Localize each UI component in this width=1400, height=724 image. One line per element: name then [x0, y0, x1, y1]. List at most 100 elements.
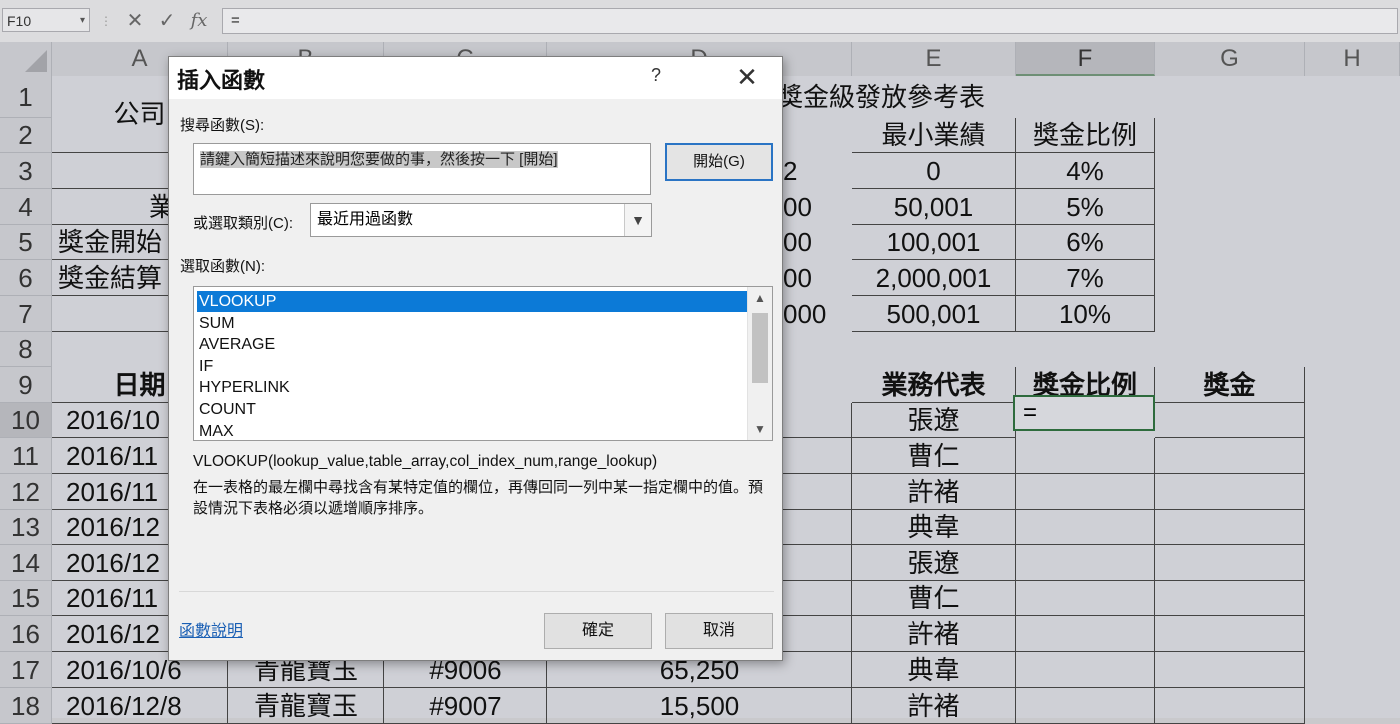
- column-header-g[interactable]: G: [1155, 42, 1305, 76]
- cell-rep-18[interactable]: 許褚: [852, 688, 1016, 724]
- cell-g11[interactable]: [1155, 438, 1305, 474]
- formula-input[interactable]: =: [222, 8, 1398, 34]
- cell-e2[interactable]: 最小業績: [852, 118, 1016, 153]
- help-icon[interactable]: ?: [651, 65, 661, 86]
- function-list-label: 選取函數(N):: [180, 258, 265, 275]
- cell-rep-16[interactable]: 許褚: [852, 616, 1016, 652]
- scrollbar-thumb[interactable]: [752, 313, 768, 383]
- category-select[interactable]: 最近用過函數 ▼: [310, 203, 652, 237]
- cell-f16[interactable]: [1016, 616, 1155, 652]
- category-label: 或選取類別(C):: [193, 215, 293, 232]
- cell-g9[interactable]: 獎金: [1155, 367, 1305, 403]
- select-all-corner[interactable]: [0, 42, 52, 76]
- cell-g17[interactable]: [1155, 652, 1305, 688]
- scroll-up-icon[interactable]: ▲: [748, 287, 772, 309]
- active-cell-f10[interactable]: =: [1013, 395, 1155, 431]
- function-help-link[interactable]: 函數說明: [179, 617, 243, 641]
- cell-f2[interactable]: 獎金比例: [1016, 118, 1155, 153]
- cell-e9[interactable]: 業務代表: [852, 367, 1016, 403]
- check-icon[interactable]: ✓: [154, 8, 180, 34]
- cell-min-perf-3[interactable]: 0: [852, 153, 1016, 189]
- cell-rep-15[interactable]: 曹仁: [852, 581, 1016, 616]
- row-header-12[interactable]: 12: [0, 474, 52, 510]
- cell-min-perf-7[interactable]: 500,001: [852, 296, 1016, 332]
- column-header-h[interactable]: H: [1305, 42, 1400, 76]
- cell-min-perf-4[interactable]: 50,001: [852, 189, 1016, 225]
- cell-g10[interactable]: [1155, 403, 1305, 438]
- cell-f15[interactable]: [1016, 581, 1155, 616]
- formula-bar-grip: ⋮: [100, 14, 112, 28]
- row-header-9[interactable]: 9: [0, 367, 52, 403]
- ok-button[interactable]: 確定: [544, 613, 652, 649]
- cancel-icon[interactable]: ✕: [122, 8, 148, 34]
- function-item-sum[interactable]: SUM: [197, 313, 749, 334]
- function-item-hyperlink[interactable]: HYPERLINK: [197, 377, 749, 398]
- row-header-2[interactable]: 2: [0, 118, 52, 153]
- chevron-down-icon[interactable]: ▾: [80, 9, 85, 33]
- go-button[interactable]: 開始(G): [665, 143, 773, 181]
- chevron-down-icon[interactable]: ▼: [624, 204, 651, 236]
- cell-rep-17[interactable]: 典韋: [852, 652, 1016, 688]
- cell-b18-text[interactable]: 青龍寶玉: [228, 688, 384, 724]
- function-item-average[interactable]: AVERAGE: [197, 334, 749, 355]
- row-header-3[interactable]: 3: [0, 153, 52, 189]
- cell-g15[interactable]: [1155, 581, 1305, 616]
- cell-date-18[interactable]: 2016/12/8: [52, 688, 228, 724]
- cell-rep-13[interactable]: 典韋: [852, 510, 1016, 545]
- row-header-11[interactable]: 11: [0, 438, 52, 474]
- cell-rep-10[interactable]: 張遼: [852, 403, 1016, 438]
- scroll-down-icon[interactable]: ▼: [748, 418, 772, 440]
- cell-rep-14[interactable]: 張遼: [852, 545, 1016, 581]
- cell-f18[interactable]: [1016, 688, 1155, 724]
- cell-c18-text[interactable]: #9007: [384, 688, 547, 724]
- column-header-f[interactable]: F: [1016, 42, 1155, 76]
- row-header-17[interactable]: 17: [0, 652, 52, 688]
- row-header-5[interactable]: 5: [0, 225, 52, 260]
- cell-g16[interactable]: [1155, 616, 1305, 652]
- cell-ratio-7[interactable]: 10%: [1016, 296, 1155, 332]
- function-item-max[interactable]: MAX: [197, 421, 749, 440]
- function-list-scrollbar[interactable]: ▲ ▼: [747, 287, 772, 440]
- cell-f14[interactable]: [1016, 545, 1155, 581]
- insert-function-dialog: 插入函數 ? ✕ 搜尋函數(S): 請鍵入簡短描述來說明您要做的事，然後按一下 …: [168, 56, 783, 661]
- row-header-16[interactable]: 16: [0, 616, 52, 652]
- insert-function-button[interactable]: fx: [186, 8, 212, 34]
- row-header-6[interactable]: 6: [0, 260, 52, 296]
- cell-g18[interactable]: [1155, 688, 1305, 724]
- name-box[interactable]: F10 ▾: [2, 8, 90, 32]
- cell-f11[interactable]: [1016, 438, 1155, 474]
- cell-f13[interactable]: [1016, 510, 1155, 545]
- cell-g12[interactable]: [1155, 474, 1305, 510]
- cell-ratio-6[interactable]: 7%: [1016, 260, 1155, 296]
- close-icon[interactable]: ✕: [727, 59, 767, 95]
- function-item-vlookup[interactable]: VLOOKUP: [197, 291, 749, 312]
- row-header-14[interactable]: 14: [0, 545, 52, 581]
- cell-g13[interactable]: [1155, 510, 1305, 545]
- row-header-4[interactable]: 4: [0, 189, 52, 225]
- row-header-7[interactable]: 7: [0, 296, 52, 332]
- row-header-10[interactable]: 10: [0, 403, 52, 438]
- function-list[interactable]: VLOOKUP SUM AVERAGE IF HYPERLINK COUNT MAX ▲ ▼: [193, 286, 773, 441]
- row-header-8[interactable]: 8: [0, 332, 52, 367]
- cell-d18-text[interactable]: 15,500: [547, 688, 852, 724]
- cell-min-perf-6[interactable]: 2,000,001: [852, 260, 1016, 296]
- row-header-15[interactable]: 15: [0, 581, 52, 616]
- cell-rep-12[interactable]: 許褚: [852, 474, 1016, 510]
- cell-ratio-3[interactable]: 4%: [1016, 153, 1155, 189]
- cell-min-perf-5[interactable]: 100,001: [852, 225, 1016, 260]
- row-header-18[interactable]: 18: [0, 688, 52, 724]
- cell-ratio-5[interactable]: 6%: [1016, 225, 1155, 260]
- function-item-if[interactable]: IF: [197, 356, 749, 377]
- search-function-input[interactable]: 請鍵入簡短描述來說明您要做的事，然後按一下 [開始]: [193, 143, 651, 195]
- cell-f17[interactable]: [1016, 652, 1155, 688]
- cell-f12[interactable]: [1016, 474, 1155, 510]
- row-header-13[interactable]: 13: [0, 510, 52, 545]
- column-header-e[interactable]: E: [852, 42, 1016, 76]
- cell-rep-11[interactable]: 曹仁: [852, 438, 1016, 474]
- cell-g14[interactable]: [1155, 545, 1305, 581]
- cell-ratio-4[interactable]: 5%: [1016, 189, 1155, 225]
- row-header-1[interactable]: 1: [0, 76, 52, 118]
- function-item-count[interactable]: COUNT: [197, 399, 749, 420]
- cancel-button[interactable]: 取消: [665, 613, 773, 649]
- category-value: 最近用過函數: [317, 211, 414, 228]
